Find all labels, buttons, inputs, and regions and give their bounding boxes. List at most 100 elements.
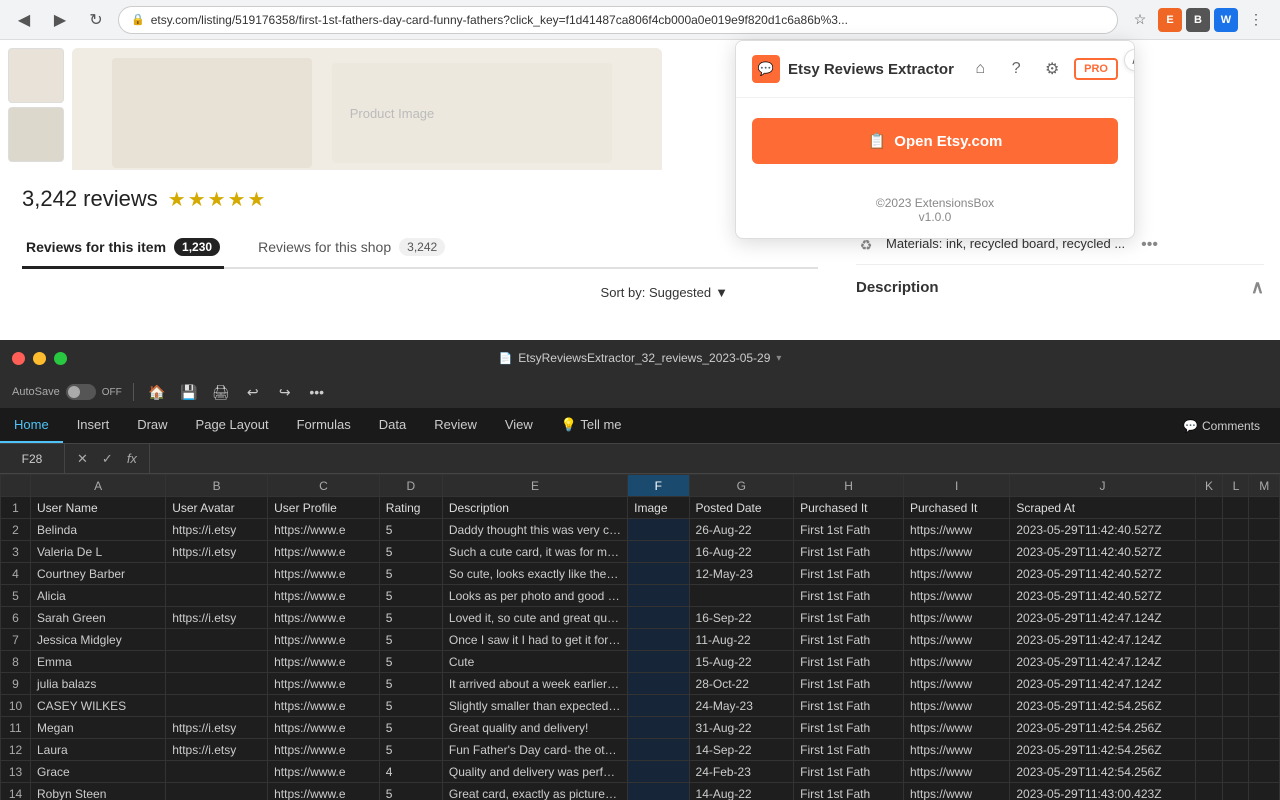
list-item[interactable]: 4 [379, 761, 442, 783]
formula-confirm-button[interactable]: ✓ [98, 449, 117, 469]
cell-reference[interactable]: F28 [0, 444, 65, 473]
mac-maximize-button[interactable] [54, 352, 67, 365]
list-item[interactable]: 14-Sep-22 [689, 739, 794, 761]
list-item[interactable]: 2023-05-29T11:42:54.256Z [1010, 739, 1195, 761]
header-purchased-2[interactable]: Purchased It [903, 497, 1009, 519]
home-toolbar-icon[interactable]: 🏠 [145, 380, 169, 404]
bookmark-button[interactable]: ☆ [1126, 6, 1154, 34]
col-header-c[interactable]: C [268, 475, 380, 497]
col-header-a[interactable]: A [31, 475, 166, 497]
list-item[interactable] [1249, 673, 1280, 695]
list-item[interactable] [1223, 717, 1249, 739]
open-etsy-button[interactable]: 📋 Open Etsy.com [752, 118, 1118, 164]
list-item[interactable]: First 1st Fath [794, 651, 904, 673]
list-item[interactable]: 5 [379, 607, 442, 629]
list-item[interactable] [1249, 585, 1280, 607]
list-item[interactable]: https://www [903, 783, 1009, 800]
list-item[interactable]: https://www [903, 563, 1009, 585]
list-item[interactable]: Belinda [31, 519, 166, 541]
list-item[interactable] [1223, 695, 1249, 717]
ribbon-tab-tell-me[interactable]: 💡 Tell me [547, 408, 636, 443]
list-item[interactable]: 2023-05-29T11:42:47.124Z [1010, 607, 1195, 629]
list-item[interactable]: Megan [31, 717, 166, 739]
ribbon-tab-insert[interactable]: Insert [63, 408, 124, 443]
list-item[interactable]: Fun Father's Day card- the other half lo… [442, 739, 627, 761]
header-scraped-at[interactable]: Scraped At [1010, 497, 1195, 519]
col-header-e[interactable]: E [442, 475, 627, 497]
list-item[interactable]: https://www.e [268, 673, 380, 695]
list-item[interactable] [628, 761, 689, 783]
list-item[interactable]: First 1st Fath [794, 783, 904, 800]
list-item[interactable] [1223, 629, 1249, 651]
sort-dropdown[interactable]: Sort by: Suggested ▼ [601, 285, 728, 300]
ribbon-tab-view[interactable]: View [491, 408, 547, 443]
list-item[interactable]: First 1st Fath [794, 563, 904, 585]
col-header-d[interactable]: D [379, 475, 442, 497]
list-item[interactable] [628, 519, 689, 541]
col-header-m[interactable]: M [1249, 475, 1280, 497]
header-user-name[interactable]: User Name [31, 497, 166, 519]
popup-settings-icon[interactable]: ⚙ [1038, 55, 1066, 83]
undo-toolbar-icon[interactable]: ↩ [241, 380, 265, 404]
extension-b-icon[interactable]: B [1186, 8, 1210, 32]
list-item[interactable]: https://www.e [268, 695, 380, 717]
thumbnail-2[interactable] [8, 107, 64, 162]
list-item[interactable]: https://www.e [268, 607, 380, 629]
list-item[interactable]: So cute, looks exactly like the photo [442, 563, 627, 585]
list-item[interactable] [628, 629, 689, 651]
list-item[interactable] [628, 783, 689, 800]
formula-cancel-button[interactable]: ✕ [73, 449, 92, 469]
save-toolbar-icon[interactable]: 💾 [177, 380, 201, 404]
list-item[interactable]: 31-Aug-22 [689, 717, 794, 739]
list-item[interactable]: CASEY WILKES [31, 695, 166, 717]
list-item[interactable]: 5 [379, 563, 442, 585]
browser-menu-button[interactable]: ⋮ [1242, 6, 1270, 34]
list-item[interactable]: First 1st Fath [794, 585, 904, 607]
list-item[interactable]: First 1st Fath [794, 629, 904, 651]
list-item[interactable]: 5 [379, 739, 442, 761]
list-item[interactable] [1249, 563, 1280, 585]
list-item[interactable] [1249, 651, 1280, 673]
list-item[interactable] [1223, 563, 1249, 585]
list-item[interactable] [1195, 761, 1223, 783]
list-item[interactable]: Great quality and delivery! [442, 717, 627, 739]
list-item[interactable] [166, 695, 268, 717]
list-item[interactable]: https://www.e [268, 717, 380, 739]
list-item[interactable]: Loved it, so cute and great quality. [442, 607, 627, 629]
ribbon-tab-page-layout[interactable]: Page Layout [182, 408, 283, 443]
list-item[interactable]: Laura [31, 739, 166, 761]
list-item[interactable] [166, 673, 268, 695]
print-toolbar-icon[interactable]: 🖨 [209, 380, 233, 404]
list-item[interactable]: 14-Aug-22 [689, 783, 794, 800]
list-item[interactable]: 2023-05-29T11:42:47.124Z [1010, 673, 1195, 695]
list-item[interactable]: 15-Aug-22 [689, 651, 794, 673]
list-item[interactable]: 5 [379, 673, 442, 695]
list-item[interactable]: First 1st Fath [794, 607, 904, 629]
list-item[interactable]: First 1st Fath [794, 695, 904, 717]
list-item[interactable]: 5 [379, 585, 442, 607]
formula-input[interactable] [150, 444, 1280, 473]
col-header-l[interactable]: L [1223, 475, 1249, 497]
list-item[interactable]: 2023-05-29T11:42:54.256Z [1010, 695, 1195, 717]
list-item[interactable]: 24-May-23 [689, 695, 794, 717]
header-purchased-1[interactable]: Purchased It [794, 497, 904, 519]
tab-shop-reviews[interactable]: Reviews for this shop 3,242 [254, 228, 449, 269]
list-item[interactable]: julia balazs [31, 673, 166, 695]
list-item[interactable]: 2023-05-29T11:42:54.256Z [1010, 761, 1195, 783]
list-item[interactable] [1195, 783, 1223, 800]
list-item[interactable]: https://i.etsy [166, 519, 268, 541]
header-image[interactable]: Image [628, 497, 689, 519]
list-item[interactable] [1249, 783, 1280, 800]
list-item[interactable]: https://www [903, 629, 1009, 651]
redo-toolbar-icon[interactable]: ↪ [273, 380, 297, 404]
comments-button[interactable]: 💬 Comments [1175, 415, 1268, 437]
more-toolbar-icon[interactable]: ••• [305, 380, 329, 404]
list-item[interactable]: 2023-05-29T11:42:40.527Z [1010, 519, 1195, 541]
list-item[interactable]: Quality and delivery was perfect. Althou… [442, 761, 627, 783]
list-item[interactable]: https://www [903, 519, 1009, 541]
list-item[interactable]: Great card, exactly as pictured, and qui… [442, 783, 627, 800]
list-item[interactable]: 16-Aug-22 [689, 541, 794, 563]
description-collapse-icon[interactable]: ∧ [1251, 277, 1264, 298]
list-item[interactable]: 28-Oct-22 [689, 673, 794, 695]
list-item[interactable]: Grace [31, 761, 166, 783]
